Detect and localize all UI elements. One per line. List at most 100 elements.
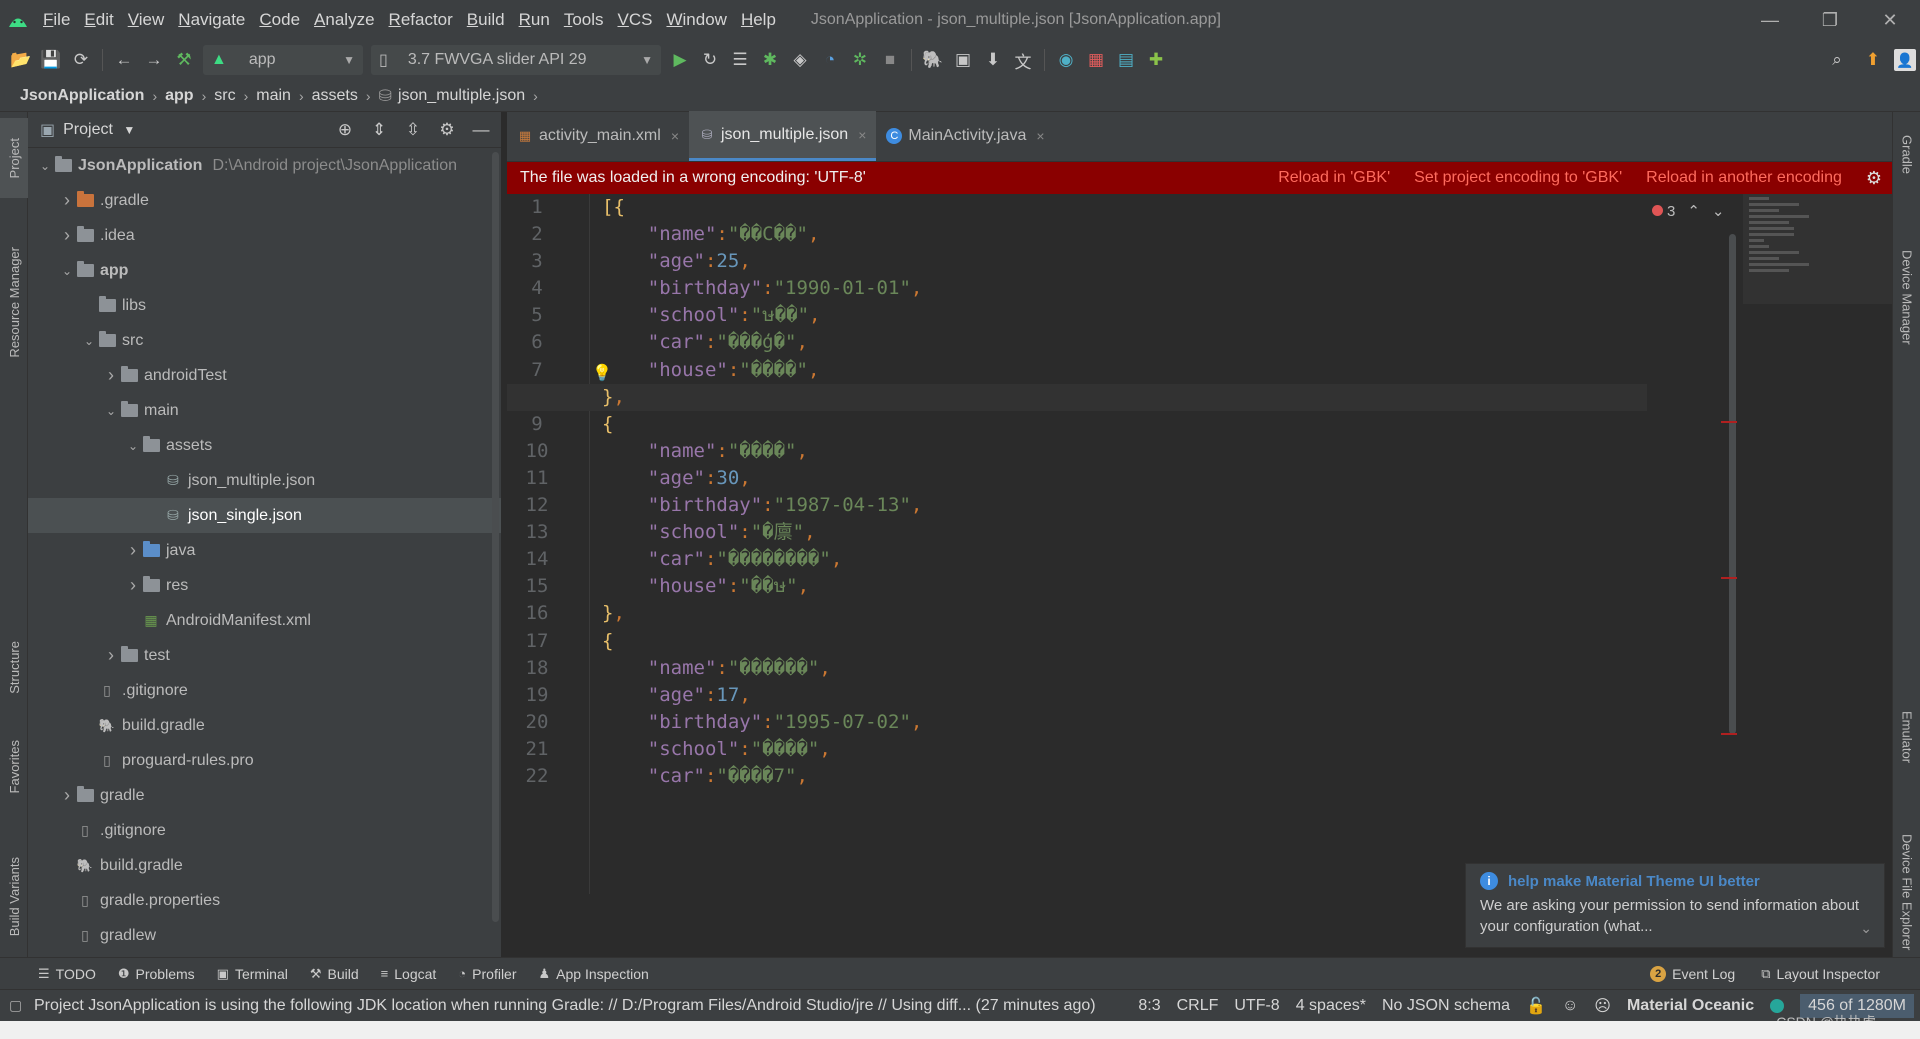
tree-item[interactable]: ▦ AndroidManifest.xml (28, 603, 501, 638)
line-number[interactable]: 12 (507, 492, 567, 519)
json-schema[interactable]: No JSON schema (1382, 997, 1510, 1015)
line-number[interactable]: 21 (507, 736, 567, 763)
sad-face-icon[interactable]: ☹ (1594, 996, 1611, 1016)
line-number[interactable]: 10 (507, 438, 567, 465)
code-line[interactable]: "birthday":"1990-01-01", (602, 275, 1702, 302)
file-encoding[interactable]: UTF-8 (1234, 997, 1279, 1015)
code-line[interactable]: "school":"�廪", (602, 519, 1702, 546)
chevron-down-icon[interactable]: ⌄ (102, 404, 120, 418)
chevron-right-icon[interactable]: › (102, 365, 120, 386)
code-line[interactable]: [{ (602, 194, 1702, 221)
breadcrumb-item[interactable]: JsonApplication (20, 87, 144, 105)
tree-item[interactable]: ▯ gradle.properties (28, 883, 501, 918)
code-line[interactable]: "school":"ษ��", (602, 302, 1702, 329)
code-line[interactable]: "name":"��C��", (602, 221, 1702, 248)
close-icon[interactable]: × (671, 128, 679, 144)
editor-tab[interactable]: ▦ activity_main.xml × (507, 111, 689, 161)
menu-window[interactable]: Window (659, 0, 733, 40)
debug-bug-icon[interactable]: ✱ (755, 45, 785, 75)
apply-changes-icon[interactable]: ↻ (695, 45, 725, 75)
tree-item[interactable]: › res (28, 568, 501, 603)
tree-item[interactable]: ▯ .gitignore (28, 813, 501, 848)
chevron-down-icon[interactable]: ⌄ (80, 334, 98, 348)
menu-view[interactable]: View (121, 0, 172, 40)
code-line[interactable]: "house":"����", (602, 357, 1702, 384)
chevron-down-icon[interactable]: ⌄ (124, 439, 142, 453)
line-number[interactable]: 13 (507, 519, 567, 546)
error-stripe-mark[interactable] (1721, 733, 1737, 735)
chevron-down-icon[interactable]: ⌄ (58, 264, 76, 278)
menu-vcs[interactable]: VCS (611, 0, 660, 40)
code-line[interactable]: "age":25, (602, 248, 1702, 275)
code-line[interactable]: "car":"���ģ�", (602, 329, 1702, 356)
code-line[interactable]: "house":"��ษ", (602, 573, 1702, 600)
tool-tab-build-variants[interactable]: Build Variants (0, 832, 28, 962)
tree-item[interactable]: ⛁ json_single.json (28, 498, 501, 533)
editor-tab[interactable]: C MainActivity.java × (876, 111, 1054, 161)
tree-item[interactable]: ⛁ json_multiple.json (28, 463, 501, 498)
run-config-dropdown[interactable]: ▲ app ▼ (203, 45, 363, 75)
forward-arrow-icon[interactable]: → (139, 45, 169, 75)
translate-icon[interactable]: 文 (1008, 45, 1038, 75)
tool-tab-favorites[interactable]: Favorites (0, 722, 28, 812)
profile-icon[interactable]: ◔ (815, 45, 845, 75)
build-hammer-icon[interactable]: ⚒ (169, 45, 199, 75)
menu-edit[interactable]: Edit (77, 0, 120, 40)
chevron-right-icon[interactable]: › (58, 785, 76, 806)
tool-tab-project[interactable]: Project (0, 118, 28, 198)
line-number[interactable]: 16 (507, 600, 567, 627)
tree-item[interactable]: 🐘 build.gradle (28, 708, 501, 743)
code-line[interactable]: "age":17, (602, 682, 1702, 709)
tree-item[interactable]: › androidTest (28, 358, 501, 393)
menu-analyze[interactable]: Analyze (307, 0, 381, 40)
code-minimap[interactable] (1743, 194, 1892, 304)
device-manager-icon[interactable]: ▣ (948, 45, 978, 75)
code-line[interactable]: "car":"����7", (602, 763, 1702, 790)
gradle-sync-icon[interactable]: 🐘 (918, 45, 948, 75)
tree-item[interactable]: libs (28, 288, 501, 323)
tool-todo[interactable]: ☰ TODO (38, 966, 96, 982)
project-scrollbar[interactable] (492, 152, 499, 922)
menu-help[interactable]: Help (734, 0, 783, 40)
line-number[interactable]: 5 (507, 302, 567, 329)
code-line[interactable]: "name":"����", (602, 438, 1702, 465)
tree-item[interactable]: ▯ .gitignore (28, 673, 501, 708)
chevron-right-icon[interactable]: › (102, 645, 120, 666)
restore-button[interactable]: ❐ (1800, 0, 1860, 40)
tree-item[interactable]: ▯ proguard-rules.pro (28, 743, 501, 778)
set-project-encoding-link[interactable]: Set project encoding to 'GBK' (1414, 169, 1622, 187)
layout-inspector-icon[interactable]: ◉ (1051, 45, 1081, 75)
tree-item[interactable]: ⌄ src (28, 323, 501, 358)
code-line[interactable]: { (602, 411, 1702, 438)
tree-item[interactable]: › .gradle (28, 183, 501, 218)
update-icon[interactable]: ⬆ (1858, 45, 1888, 75)
chevron-right-icon[interactable]: › (124, 575, 142, 596)
breadcrumb-item[interactable]: app (165, 87, 193, 105)
search-icon[interactable]: ⌕ (1822, 45, 1852, 75)
code-line[interactable]: "car":"��������", (602, 546, 1702, 573)
tree-item[interactable]: ⌄ JsonApplication D:\Android project\JsonA… (28, 148, 501, 183)
menu-run[interactable]: Run (512, 0, 557, 40)
resource-icon[interactable]: ▤ (1111, 45, 1141, 75)
code-line[interactable]: "birthday":"1995-07-02", (602, 709, 1702, 736)
avatar[interactable]: 👤 (1894, 49, 1916, 71)
plugin-puzzle-icon[interactable]: ✚ (1141, 45, 1171, 75)
tool-profiler[interactable]: ◔ Profiler (458, 966, 516, 982)
lock-icon[interactable]: 🔓 (1526, 996, 1546, 1016)
intention-bulb-icon[interactable]: 💡 (592, 363, 612, 383)
editor-scrollbar[interactable] (1729, 234, 1736, 734)
hide-panel-icon[interactable]: — (467, 115, 495, 145)
tool-build[interactable]: ⚒ Build (310, 966, 359, 982)
breadcrumb-item[interactable]: main (256, 87, 291, 105)
notification-title-text[interactable]: help make Material Theme UI better (1508, 873, 1760, 890)
tool-problems[interactable]: ❶ Problems (118, 966, 195, 982)
menu-tools[interactable]: Tools (557, 0, 611, 40)
status-toggle-icon[interactable]: ▢ (9, 997, 22, 1014)
chevron-up-icon[interactable]: ⌃ (1687, 202, 1700, 220)
reload-another-encoding-link[interactable]: Reload in another encoding (1646, 169, 1842, 187)
run-icon[interactable]: ▶ (665, 45, 695, 75)
breadcrumb-item[interactable]: ⛁ json_multiple.json (379, 86, 526, 106)
line-number[interactable]: 11 (507, 465, 567, 492)
project-view-dropdown[interactable]: Project ▼ (63, 121, 135, 139)
line-number[interactable]: 4 (507, 275, 567, 302)
